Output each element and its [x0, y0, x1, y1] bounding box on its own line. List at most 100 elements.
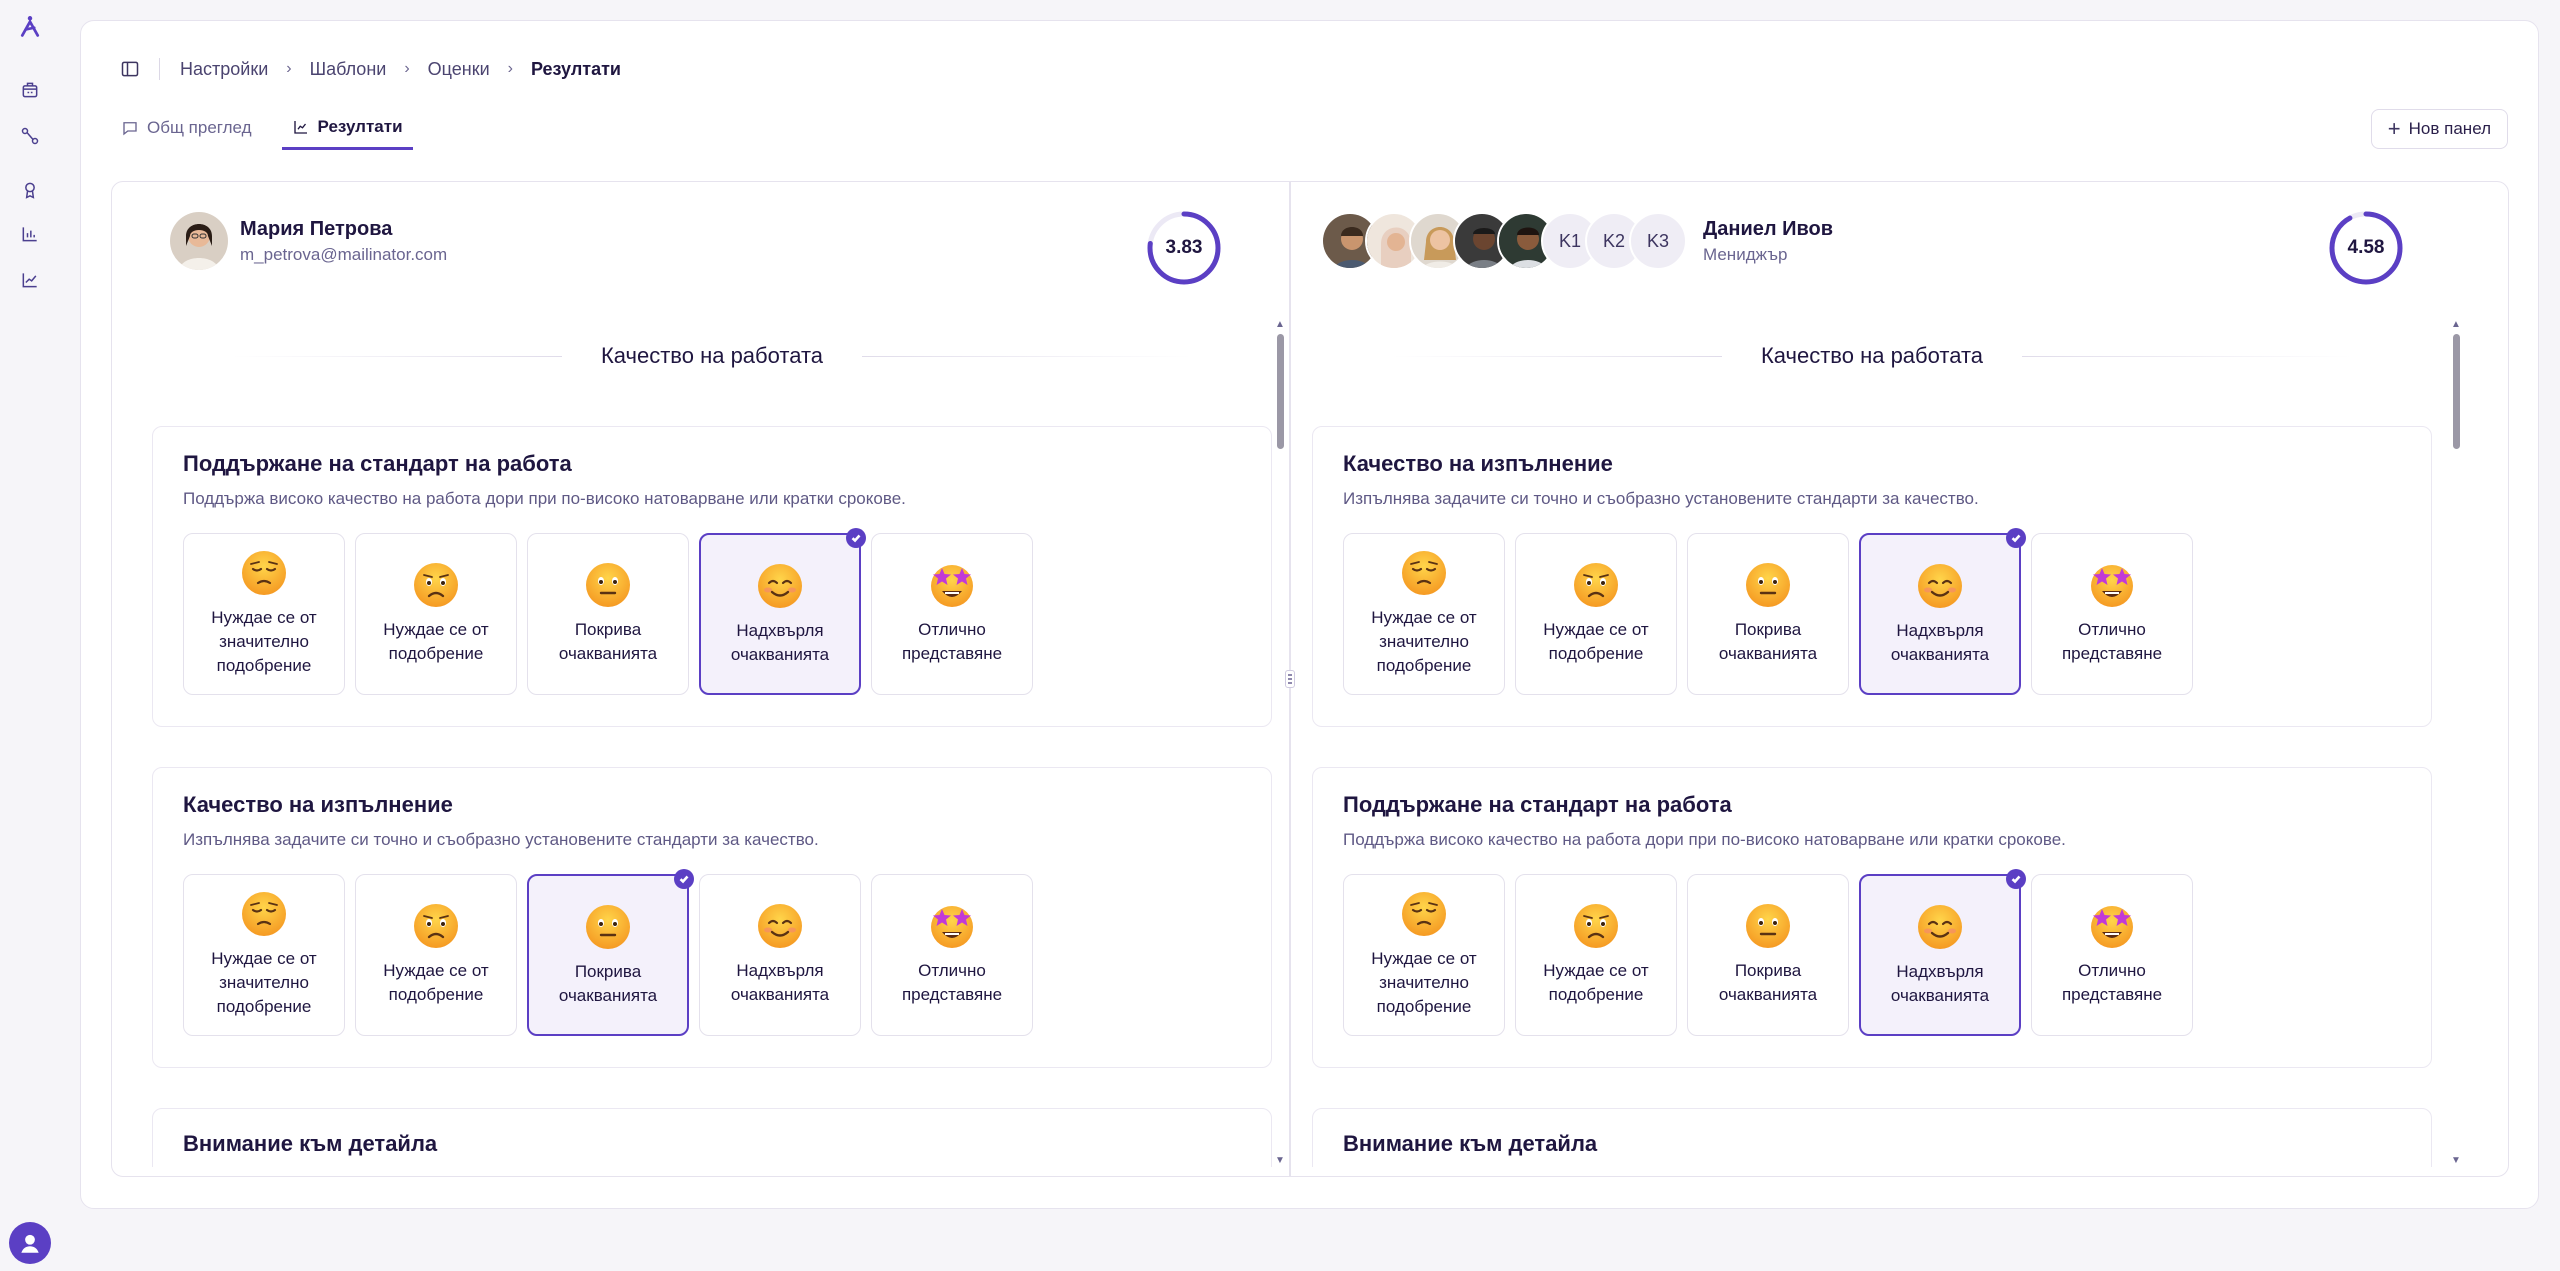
worried-face-icon	[1571, 901, 1621, 951]
sidebar-toggle-icon[interactable]	[119, 58, 141, 80]
results-scroll-area[interactable]: Качество на работата Поддържане на станд…	[152, 322, 1272, 1167]
section-title: Качество на работата	[1312, 334, 2432, 378]
breadcrumb-item-results: Резултати	[530, 58, 621, 79]
rating-option[interactable]: Покрива очакванията	[1687, 874, 1849, 1036]
rating-option[interactable]: Надхвърля очакванията	[1859, 528, 2026, 695]
section-title: Качество на работата	[152, 334, 1272, 378]
rating-option[interactable]: Надхвърля очакванията	[699, 874, 861, 1036]
rating-option[interactable]: Нуждае се от значително подобрение	[183, 874, 345, 1036]
rating-option[interactable]: Нуждае се от подобрение	[355, 874, 517, 1036]
rating-option[interactable]: Нуждае се от значително подобрение	[183, 533, 345, 695]
rating-option-label: Отлично представяне	[901, 620, 1003, 663]
question-title: Поддържане на стандарт на работа	[183, 451, 572, 476]
smiling-face-icon	[1915, 561, 1965, 611]
trend-chart-icon[interactable]	[18, 268, 42, 292]
worried-face-icon	[1571, 560, 1621, 610]
rating-option[interactable]: Надхвърля очакванията	[699, 528, 866, 695]
breadcrumb-item-evaluations[interactable]: Оценки	[428, 59, 490, 80]
question-description: Изпълнява задачите си точно и съобразно …	[1343, 489, 1979, 508]
rating-option-label: Отлично представяне	[2061, 620, 2163, 663]
tab-results[interactable]: Резултати	[281, 109, 413, 150]
rating-option[interactable]: Отлично представяне	[2031, 533, 2193, 695]
person-email: m_petrova@mailinator.com	[240, 244, 448, 264]
rating-option-label: Нуждае се от подобрение	[383, 620, 489, 663]
score-value: 4.58	[2347, 237, 2385, 258]
new-panel-button[interactable]: + Нов панел	[2370, 109, 2508, 149]
route-icon[interactable]	[18, 124, 42, 148]
worried-face-icon	[411, 560, 461, 610]
left-rail	[0, 0, 60, 1271]
logo-icon[interactable]	[18, 14, 42, 38]
neutral-face-icon	[583, 902, 633, 952]
building-icon[interactable]	[18, 78, 42, 102]
score-ring: 4.58	[2328, 210, 2404, 286]
score-ring: 3.83	[1146, 210, 1222, 286]
rating-option[interactable]: Нуждае се от подобрение	[1515, 533, 1677, 695]
new-panel-label: Нов панел	[2408, 119, 2491, 138]
rating-option[interactable]: Отлично представяне	[871, 874, 1033, 1036]
question-description: Поддържа високо качество на работа дори …	[183, 489, 906, 508]
check-icon	[2006, 869, 2026, 889]
rating-option[interactable]: Покрива очакванията	[1687, 533, 1849, 695]
question-card: Внимание към детайла	[1312, 1108, 2432, 1167]
rating-option-label: Нуждае се от подобрение	[383, 961, 489, 1004]
rating-option-label: Отлично представяне	[901, 961, 1003, 1004]
breadcrumb-item-templates[interactable]: Шаблони	[310, 59, 387, 80]
award-icon[interactable]	[18, 178, 42, 202]
question-card: Качество на изпълнение Изпълнява задачите…	[1312, 426, 2432, 727]
tab-overview[interactable]: Общ преглед	[111, 110, 262, 150]
topbar-separator	[159, 58, 160, 80]
rating-option-label: Нуждае се от значително подобрение	[1371, 608, 1477, 675]
scrollbar-thumb[interactable]	[1277, 334, 1284, 449]
scroll-up-icon[interactable]: ▲	[1275, 320, 1285, 330]
rating-option-label: Надхвърля очакванията	[730, 961, 830, 1004]
scroll-up-icon[interactable]: ▲	[2451, 320, 2461, 330]
question-title: Качество на изпълнение	[1343, 451, 1613, 476]
question-card: Поддържане на стандарт на работа Поддържа…	[1312, 767, 2432, 1068]
person-name: Мария Петрова	[240, 217, 393, 240]
check-icon	[2006, 528, 2026, 548]
rating-option-label: Нуждае се от значително подобрение	[211, 949, 317, 1016]
rating-option[interactable]: Покрива очакванията	[527, 869, 694, 1036]
scroll-down-icon[interactable]: ▼	[2451, 1156, 2461, 1166]
rating-option-label: Покрива очакванията	[558, 620, 658, 663]
results-scroll-area[interactable]: Качество на работата Качество на изпълне…	[1312, 322, 2432, 1167]
rating-option-label: Покрива очакванията	[558, 962, 658, 1005]
rating-option[interactable]: Надхвърля очакванията	[1859, 869, 2026, 1036]
rating-option[interactable]: Нуждае се от подобрение	[1515, 874, 1677, 1036]
question-list: Поддържане на стандарт на работа Поддържа…	[152, 426, 1272, 1068]
scrollbar[interactable]: ▲ ▼	[2451, 320, 2461, 1170]
star-struck-face-icon	[2087, 901, 2137, 951]
chevron-right-icon: ›	[286, 60, 292, 77]
rating-option-label: Надхвърля очакванията	[1890, 962, 1990, 1005]
right-panel: K1 K2 K3 Даниел Ивов Мениджър 4.58 Качес…	[1291, 182, 2468, 1176]
question-title: Поддържане на стандарт на работа	[1343, 792, 1732, 817]
tab-results-label: Резултати	[317, 117, 403, 136]
rating-option[interactable]: Покрива очакванията	[527, 533, 689, 695]
star-struck-face-icon	[2087, 560, 2137, 610]
rating-option[interactable]: Нуждае се от значително подобрение	[1343, 533, 1505, 695]
scrollbar-thumb[interactable]	[2453, 334, 2460, 449]
question-card: Внимание към детайла	[152, 1108, 1272, 1167]
rating-option[interactable]: Нуждае се от значително подобрение	[1343, 874, 1505, 1036]
rating-option-label: Отлично представяне	[2061, 961, 2163, 1004]
rating-options: Нуждае се от значително подобрение Нуждае…	[1343, 528, 2401, 695]
comparison-panels: Мария Петрова m_petrova@mailinator.com 3…	[111, 181, 2509, 1177]
evaluator-avatars: K1 K2 K3	[1321, 212, 1687, 270]
question-title: Внимание към детайла	[1343, 1131, 1598, 1156]
pensive-face-icon	[239, 889, 289, 939]
rating-option[interactable]: Отлично представяне	[2031, 874, 2193, 1036]
rating-option[interactable]: Отлично представяне	[871, 533, 1033, 695]
score-value: 3.83	[1165, 237, 1203, 258]
smiling-face-icon	[1915, 902, 1965, 952]
user-avatar-icon[interactable]	[9, 1222, 51, 1264]
breadcrumb-item-settings[interactable]: Настройки	[180, 59, 268, 80]
scrollbar[interactable]: ▲ ▼	[1275, 320, 1285, 1170]
avatar-initials: K3	[1629, 212, 1687, 270]
question-card: Поддържане на стандарт на работа Поддържа…	[152, 426, 1272, 727]
scroll-down-icon[interactable]: ▼	[1275, 1156, 1285, 1166]
rating-option[interactable]: Нуждае се от подобрение	[355, 533, 517, 695]
pensive-face-icon	[1399, 548, 1449, 598]
bar-chart-icon[interactable]	[18, 222, 42, 246]
plus-icon: +	[2387, 116, 2401, 141]
